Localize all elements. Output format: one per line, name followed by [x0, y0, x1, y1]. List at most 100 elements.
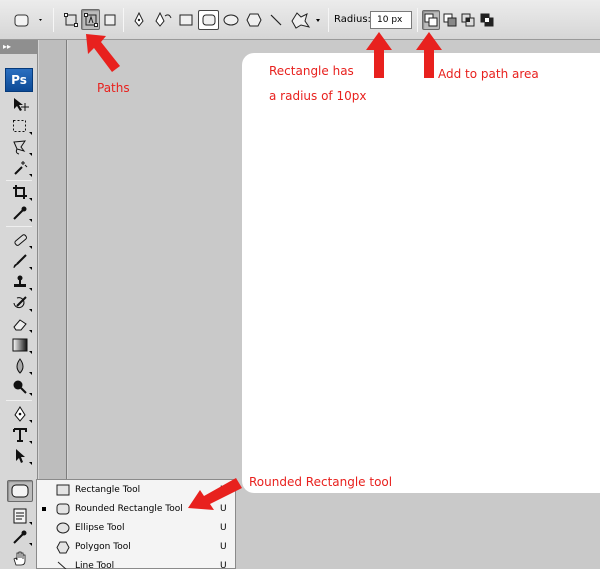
flyout-item-label: Ellipse Tool: [75, 523, 125, 533]
line-icon: [270, 14, 282, 26]
rounded-rectangle-tool-annotation: Rounded Rectangle tool: [249, 475, 393, 489]
type-tool[interactable]: [8, 425, 32, 445]
shape-layers-icon: [64, 13, 78, 27]
radius-input[interactable]: [370, 11, 412, 29]
custom-shape-icon: [291, 12, 320, 29]
gradient-tool[interactable]: [8, 335, 32, 355]
photoshop-logo[interactable]: Ps: [5, 68, 33, 92]
magic-wand-tool[interactable]: [8, 158, 32, 178]
separator: [53, 8, 54, 32]
flyout-item-ellipse-tool[interactable]: Ellipse Tool U: [37, 519, 235, 538]
paths-arrow: [86, 34, 120, 72]
shape-layers-button[interactable]: [62, 10, 80, 30]
crop-icon: [13, 185, 27, 199]
clone-stamp-tool[interactable]: [8, 272, 32, 292]
rectangle-icon: [179, 14, 193, 26]
move-icon: [14, 98, 29, 111]
separator: [417, 8, 418, 32]
crop-tool[interactable]: [8, 182, 32, 202]
radius-label: Radius:: [334, 14, 371, 25]
paths-button[interactable]: [81, 9, 100, 30]
path-selection-icon: [16, 449, 25, 463]
flyout-item-label: Polygon Tool: [75, 542, 131, 552]
brush-icon: [13, 254, 27, 269]
eyedropper-tool-2[interactable]: [8, 527, 32, 547]
polygon-button[interactable]: [244, 10, 264, 30]
add-to-path-area-button[interactable]: [422, 10, 440, 30]
flyout-item-label: Rectangle Tool: [75, 485, 141, 495]
healing-brush-icon: [14, 234, 27, 246]
radius-annotation-line2: a radius of 10px: [269, 89, 367, 103]
pen-tool[interactable]: [8, 404, 32, 424]
intersect-path-areas-button[interactable]: [460, 10, 476, 30]
radius-annotation-line1: Rectangle has: [269, 64, 354, 78]
magic-wand-icon: [14, 161, 28, 175]
flyout-item-shortcut: U: [220, 542, 227, 552]
brush-tool[interactable]: [8, 251, 32, 271]
toolbox-collapse-handle[interactable]: ▸▸: [0, 40, 38, 54]
lasso-tool[interactable]: [8, 137, 32, 157]
notes-tool[interactable]: [8, 506, 32, 526]
eraser-tool[interactable]: [8, 314, 32, 334]
rectangle-button[interactable]: [177, 10, 195, 30]
rounded-rectangle-button[interactable]: [198, 10, 219, 30]
ellipse-button[interactable]: [221, 10, 241, 30]
history-brush-icon: [13, 296, 27, 309]
toolbox: ▸▸ Ps: [0, 40, 38, 569]
history-brush-tool[interactable]: [8, 293, 32, 313]
tool-preset-picker[interactable]: [8, 10, 46, 30]
fill-pixels-icon: [104, 14, 115, 26]
add-to-path-area-icon: [424, 13, 438, 27]
lasso-icon: [13, 140, 26, 155]
add-to-path-area-annotation: Add to path area: [438, 67, 539, 81]
flyout-item-shortcut: U: [220, 523, 227, 533]
line-button[interactable]: [267, 10, 285, 30]
subtract-from-path-area-icon: [443, 13, 457, 27]
custom-shape-button[interactable]: [288, 9, 324, 31]
hand-tool[interactable]: [8, 548, 32, 568]
pen-tool-icon: [14, 406, 26, 422]
document-canvas[interactable]: [242, 53, 600, 493]
healing-brush-tool[interactable]: [8, 230, 32, 250]
marquee-icon: [13, 120, 26, 132]
exclude-overlapping-path-areas-icon: [480, 13, 494, 27]
marquee-tool[interactable]: [8, 116, 32, 136]
rectangle-icon: [56, 484, 70, 496]
gradient-icon: [12, 338, 28, 352]
freeform-pen-button[interactable]: [153, 10, 175, 30]
rounded-rectangle-tool-arrow: [188, 478, 242, 510]
move-tool[interactable]: [8, 95, 32, 115]
flyout-item-label: Line Tool: [75, 561, 115, 569]
dodge-icon: [13, 380, 27, 394]
intersect-path-areas-icon: [461, 13, 475, 27]
paths-annotation: Paths: [97, 81, 130, 95]
ellipse-icon: [223, 14, 239, 26]
type-icon: [13, 428, 27, 442]
eyedropper-2-icon: [13, 530, 27, 544]
flyout-item-polygon-tool[interactable]: Polygon Tool U: [37, 538, 235, 557]
radius-arrow: [366, 32, 392, 78]
blur-tool[interactable]: [8, 356, 32, 376]
exclude-overlapping-path-areas-button[interactable]: [479, 10, 495, 30]
rounded-rectangle-tool-icon: [11, 484, 29, 498]
flyout-item-line-tool[interactable]: Line Tool U: [37, 557, 235, 569]
flyout-item-shortcut: U: [220, 561, 227, 569]
rounded-rectangle-icon: [56, 503, 70, 515]
subtract-from-path-area-button[interactable]: [442, 10, 458, 30]
pen-button[interactable]: [131, 10, 147, 30]
polygon-icon: [56, 541, 70, 554]
separator: [328, 8, 329, 32]
eraser-icon: [13, 319, 27, 331]
eyedropper-tool[interactable]: [8, 203, 32, 223]
clone-stamp-icon: [14, 275, 26, 287]
polygon-icon: [246, 13, 262, 27]
path-selection-tool[interactable]: [8, 446, 32, 466]
freeform-pen-icon: [155, 12, 172, 27]
rounded-rectangle-tool[interactable]: [7, 480, 33, 502]
rounded-rectangle-icon: [202, 14, 215, 26]
pen-icon: [134, 12, 144, 27]
toolbox-separator: [6, 226, 32, 227]
fill-pixels-button[interactable]: [101, 10, 118, 30]
flyout-item-label: Rounded Rectangle Tool: [75, 504, 183, 514]
dodge-tool[interactable]: [8, 377, 32, 397]
